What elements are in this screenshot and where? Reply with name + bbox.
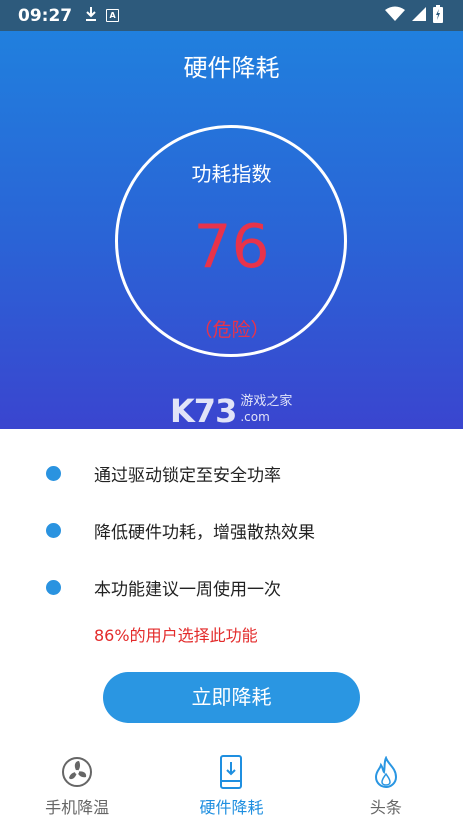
bullet-dot bbox=[46, 465, 61, 481]
reduce-power-button[interactable]: 立即降耗 bbox=[103, 672, 360, 723]
gauge-label: 功耗指数 bbox=[191, 162, 272, 186]
feature-text: 本功能建议一周使用一次 bbox=[94, 579, 281, 600]
watermark-name: 游戏之家 bbox=[240, 394, 293, 409]
nav-label: 头条 bbox=[369, 798, 402, 817]
feature-text: 通过驱动锁定至安全功率 bbox=[94, 465, 281, 486]
status-right-icons bbox=[385, 4, 443, 27]
signal-icon bbox=[411, 6, 427, 26]
bullet-dot bbox=[46, 579, 61, 595]
page-title: 硬件降耗 bbox=[183, 54, 280, 82]
status-time: 09:27 bbox=[18, 5, 73, 26]
fan-icon bbox=[61, 754, 93, 790]
battery-charging-icon bbox=[433, 4, 443, 27]
a-badge-icon: A bbox=[106, 9, 120, 22]
feature-item: 降低硬件功耗，增强散热效果 bbox=[0, 515, 463, 545]
feature-item: 本功能建议一周使用一次 bbox=[0, 572, 463, 602]
nav-item-phone-cooling[interactable]: 手机降温 bbox=[0, 748, 154, 824]
wifi-icon bbox=[385, 6, 405, 26]
watermark-domain: .com bbox=[240, 410, 270, 424]
usage-stat-note: 86%的用户选择此功能 bbox=[94, 626, 258, 645]
gauge-status: （危险） bbox=[193, 319, 270, 341]
gauge-value: 76 bbox=[193, 212, 270, 282]
status-bar: 09:27 A bbox=[0, 0, 463, 31]
flame-icon bbox=[372, 754, 400, 790]
download-icon bbox=[84, 6, 98, 26]
nav-item-hardware-power[interactable]: 硬件降耗 bbox=[154, 748, 308, 824]
status-left-icons: A bbox=[84, 6, 120, 26]
bullet-dot bbox=[46, 522, 61, 538]
feature-item: 通过驱动锁定至安全功率 bbox=[0, 458, 463, 488]
watermark: K73 游戏之家 .com bbox=[170, 394, 292, 428]
watermark-logo: K73 bbox=[170, 392, 237, 430]
phone-download-icon bbox=[219, 754, 243, 790]
nav-label: 手机降温 bbox=[45, 798, 110, 817]
nav-item-headlines[interactable]: 头条 bbox=[309, 748, 463, 824]
feature-text: 降低硬件功耗，增强散热效果 bbox=[94, 522, 315, 543]
bottom-nav: 手机降温 硬件降耗 头条 bbox=[0, 748, 463, 824]
nav-label: 硬件降耗 bbox=[199, 798, 264, 817]
